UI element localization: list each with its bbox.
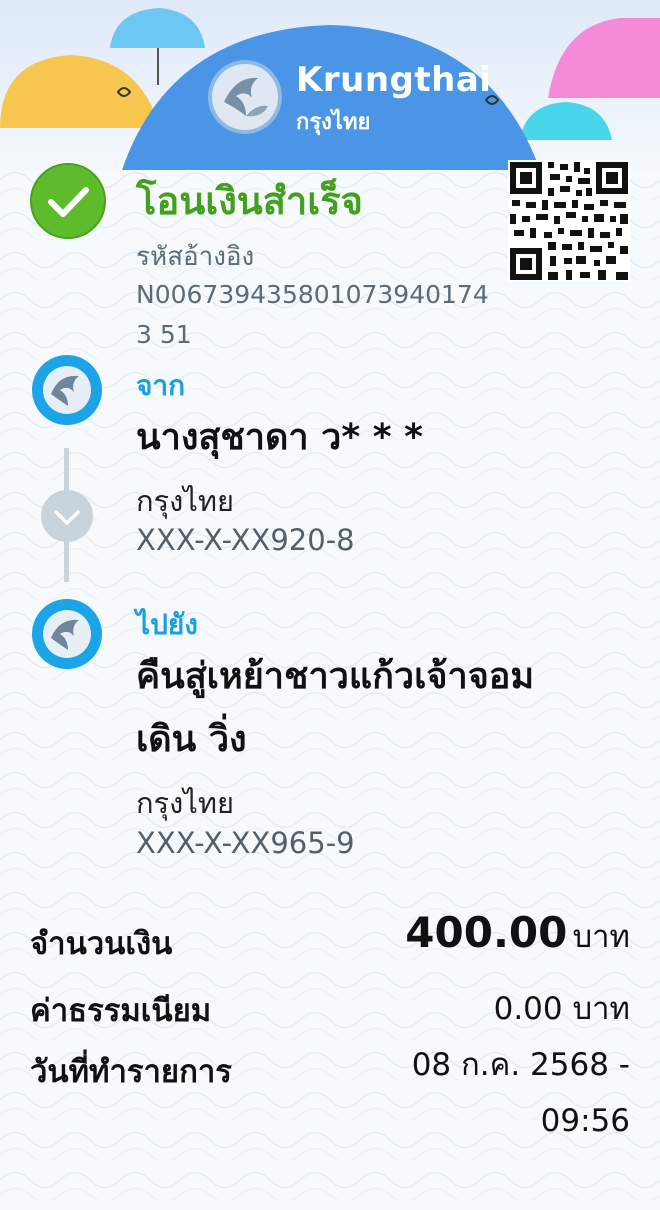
amount-value: 400.00 xyxy=(405,908,568,957)
krungthai-logo-icon xyxy=(208,60,282,134)
reference-number: N0067394358010739401743 51 xyxy=(136,280,489,349)
fee-value: 0.00 บาท xyxy=(493,991,630,1027)
transaction-date-label: วันที่ทำรายการ xyxy=(30,1054,232,1090)
brand-name-thai: กรุงไทย xyxy=(296,110,371,135)
recipient-name-line1: คืนสู่เหย้าชาวแก้วเจ้าจอม xyxy=(136,656,535,697)
brand-name-english: Krungthai xyxy=(296,60,492,100)
sender-name: นางสุชาดา ว* * * xyxy=(136,417,423,458)
recipient-bank: กรุงไทย xyxy=(136,786,234,820)
to-label: ไปยัง xyxy=(136,608,198,641)
amount-unit: บาท xyxy=(572,919,630,955)
recipient-account: XXX-X-XX965-9 xyxy=(136,826,355,860)
reference-label: รหัสอ้างอิง xyxy=(136,242,255,272)
transaction-date-value: 08 ก.ค. 2568 - 09:56 xyxy=(330,1037,630,1149)
check-icon xyxy=(30,163,106,239)
sender-bank: กรุงไทย xyxy=(136,484,234,518)
chevron-down-icon xyxy=(41,490,93,542)
fee-label: ค่าธรรมเนียม xyxy=(30,993,212,1029)
to-bank-logo-icon xyxy=(32,599,102,669)
recipient-name-line2: เดิน วิ่ง xyxy=(136,719,247,760)
sender-account: XXX-X-XX920-8 xyxy=(136,523,355,557)
amount-value-group: 400.00 บาท xyxy=(405,908,630,961)
brand-header: Krungthai กรุงไทย xyxy=(206,58,491,138)
amount-label: จำนวนเงิน xyxy=(30,926,173,962)
from-label: จาก xyxy=(136,369,186,402)
transaction-date: 08 ก.ค. 2568 - xyxy=(411,1047,630,1083)
transfer-success-title: โอนเงินสำเร็จ xyxy=(136,179,363,223)
from-bank-logo-icon xyxy=(32,355,102,425)
qr-code-icon[interactable] xyxy=(508,160,630,282)
transaction-time: 09:56 xyxy=(540,1103,630,1139)
